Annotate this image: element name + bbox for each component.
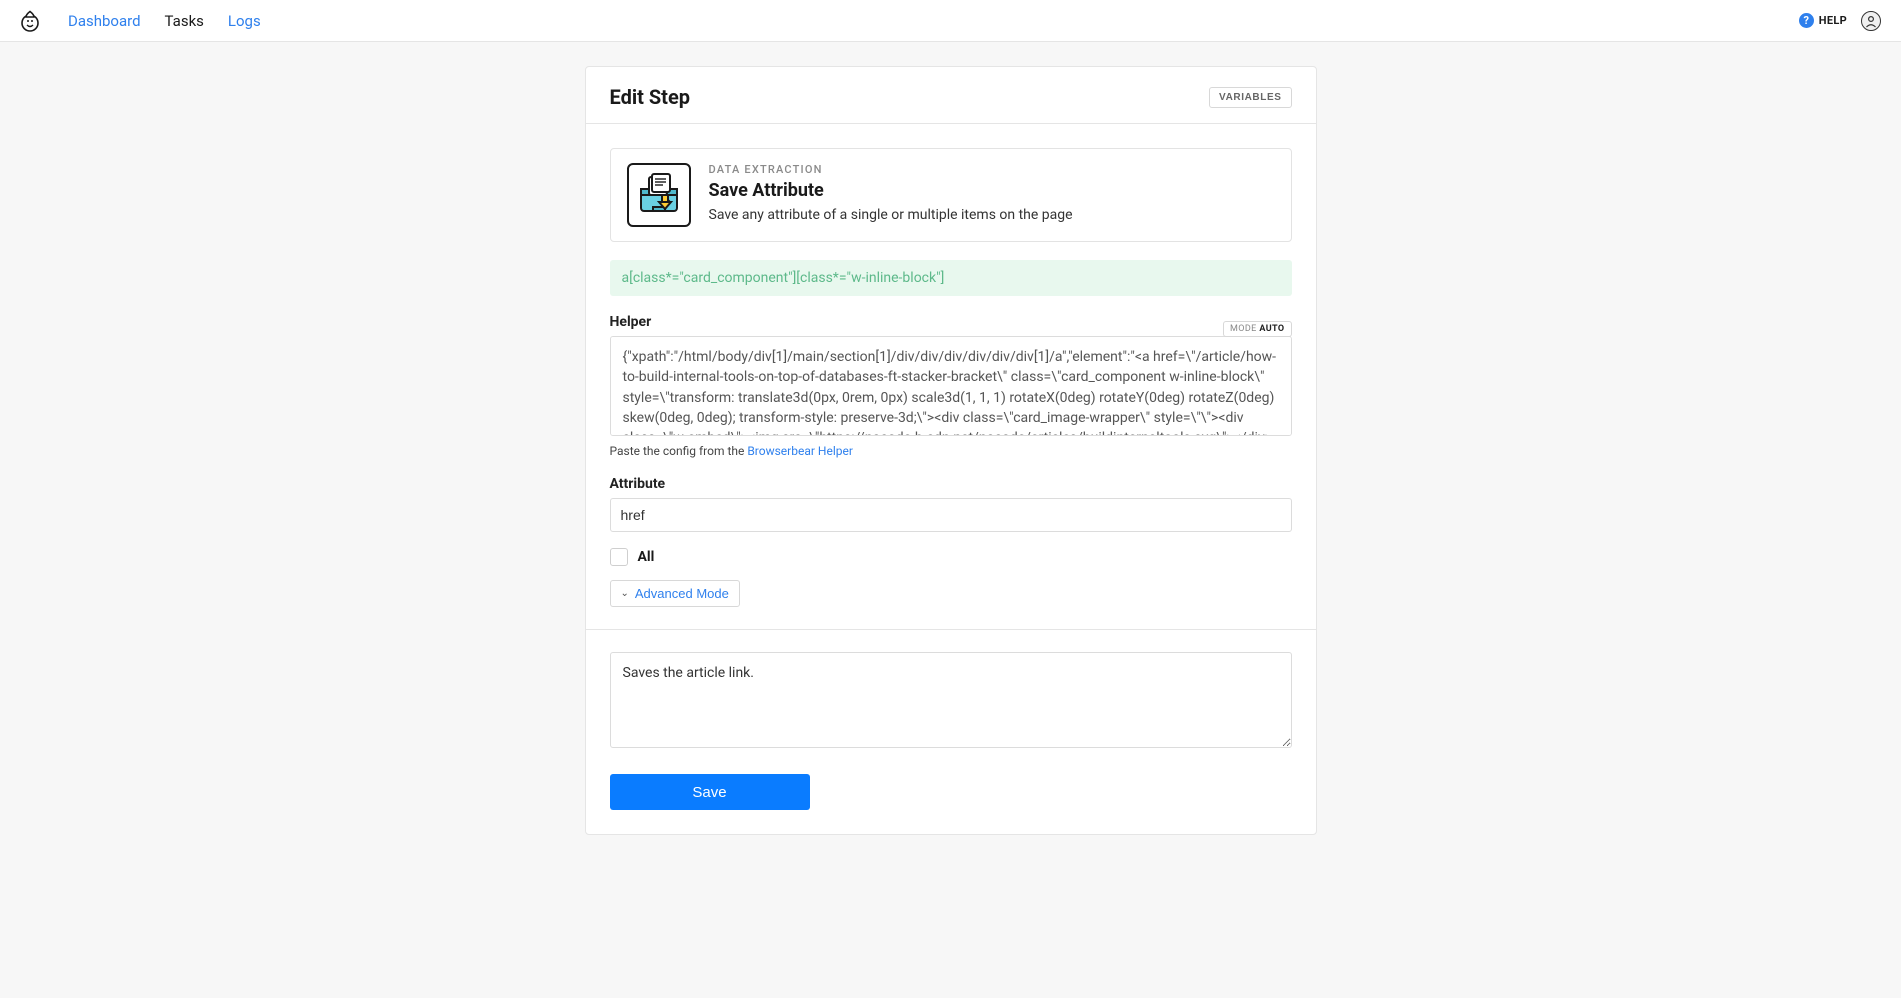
nav-dashboard[interactable]: Dashboard [68,12,141,30]
save-button[interactable]: Save [610,774,810,810]
help-button[interactable]: ? HELP [1799,13,1847,28]
all-label: All [638,549,655,565]
page: Edit Step VARIABLES [0,42,1901,875]
mode-label-prefix: MODE [1230,324,1257,334]
variables-button[interactable]: VARIABLES [1209,87,1291,108]
topbar: Dashboard Tasks Logs ? HELP [0,0,1901,42]
logo-icon[interactable] [20,10,40,32]
nav-links: Dashboard Tasks Logs [68,12,261,30]
attribute-input[interactable] [610,498,1292,532]
helper-hint-text: Paste the config from the [610,444,748,458]
advanced-mode-label: Advanced Mode [635,586,729,601]
helper-label: Helper [610,314,652,330]
selector-preview: a[class*="card_component"][class*="w-inl… [610,260,1292,296]
save-attribute-icon [627,163,691,227]
help-icon: ? [1799,13,1814,28]
avatar[interactable] [1861,11,1881,31]
helper-hint: Paste the config from the Browserbear He… [610,444,1292,458]
step-description: Save any attribute of a single or multip… [709,207,1073,223]
all-checkbox-row: All [610,548,1292,566]
mode-badge[interactable]: MODE AUTO [1223,321,1291,337]
card-header: Edit Step VARIABLES [586,67,1316,124]
topbar-left: Dashboard Tasks Logs [20,10,261,32]
topbar-right: ? HELP [1799,11,1881,31]
helper-hint-link[interactable]: Browserbear Helper [747,444,853,458]
card-body: DATA EXTRACTION Save Attribute Save any … [586,124,1316,834]
edit-step-card: Edit Step VARIABLES [585,66,1317,835]
divider [586,629,1316,630]
nav-logs[interactable]: Logs [228,12,261,30]
advanced-mode-button[interactable]: ⌄ Advanced Mode [610,580,740,607]
helper-textarea[interactable] [610,336,1292,436]
comment-textarea[interactable] [610,652,1292,748]
attribute-label: Attribute [610,476,1292,492]
step-category: DATA EXTRACTION [709,163,1073,176]
help-label: HELP [1819,14,1847,27]
nav-tasks[interactable]: Tasks [165,12,204,30]
mode-value: AUTO [1259,324,1284,334]
step-name: Save Attribute [709,180,1073,201]
step-meta: DATA EXTRACTION Save Attribute Save any … [709,163,1073,223]
chevron-down-icon: ⌄ [621,588,629,599]
page-title: Edit Step [610,85,691,109]
all-checkbox[interactable] [610,548,628,566]
step-summary-box: DATA EXTRACTION Save Attribute Save any … [610,148,1292,242]
